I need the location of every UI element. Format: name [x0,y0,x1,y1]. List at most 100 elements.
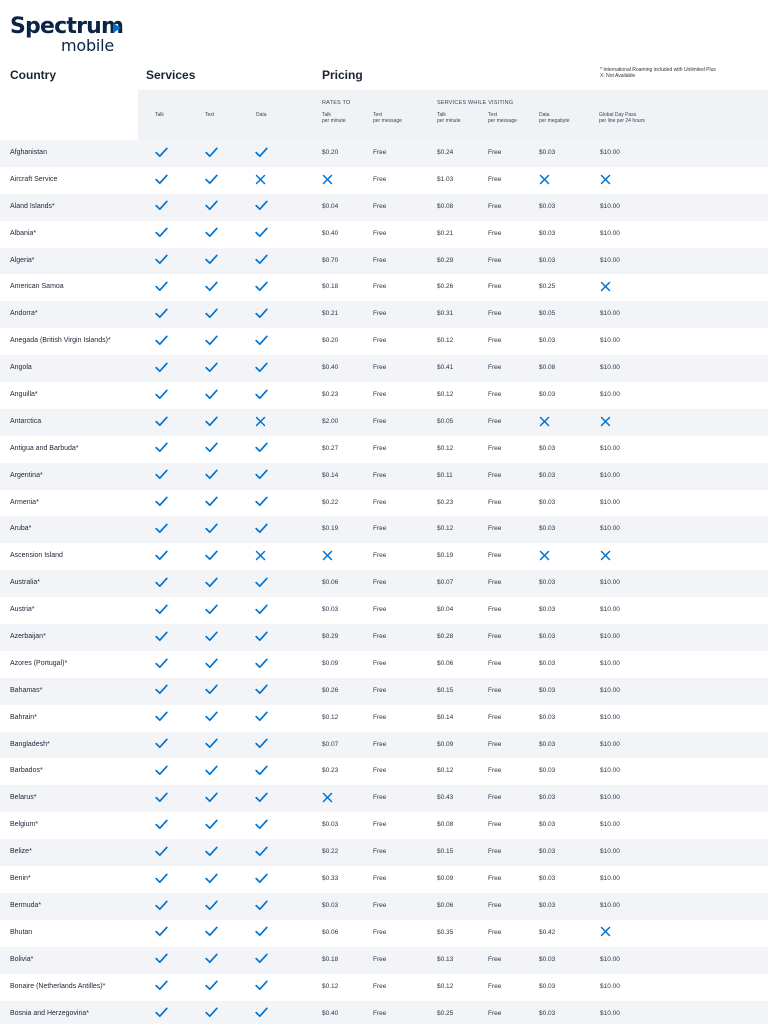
visit-talk-cell: $0.12 [437,444,454,452]
talk-cell [155,355,168,382]
rates-talk-cell: $0.18 [322,283,339,291]
visit-text-cell: Free [488,229,502,237]
visit-data-cell: $0.03 [539,391,556,399]
rates-text-cell: Free [373,579,387,587]
col-text-label: Text [205,112,215,118]
text-cell [205,301,218,328]
rates-text-cell: Free [373,740,387,748]
rates-text-cell: Free [373,982,387,990]
checkmark-icon [205,631,218,642]
visit-data-cell: $0.03 [539,659,556,667]
rates-talk-cell: $0.40 [322,229,339,237]
checkmark-icon [255,469,268,480]
rates-talk-cell: $0.23 [322,391,339,399]
x-icon [322,792,333,803]
day-pass-cell: $10.00 [600,740,620,748]
visit-talk-cell: $0.06 [437,659,454,667]
checkmark-icon [155,658,168,669]
checkmark-icon [155,819,168,830]
country-name: Bahrain* [10,713,37,721]
talk-cell [155,947,168,974]
table-row: Belgium* $0.03 Free $0.08 Free $0.03 $10.00 [0,812,768,839]
checkmark-icon [205,792,218,803]
checkmark-icon [255,980,268,991]
visit-data-cell [539,543,550,570]
data-cell [255,301,268,328]
checkmark-icon [205,738,218,749]
country-name: Anegada (British Virgin Islands)* [10,337,111,345]
services-heading: Services [146,68,196,82]
visit-text-cell: Free [488,417,502,425]
x-icon [600,281,611,292]
visit-talk-cell: $0.12 [437,767,454,775]
checkmark-icon [155,604,168,615]
checkmark-icon [255,254,268,265]
checkmark-icon [255,308,268,319]
checkmark-icon [255,200,268,211]
visit-talk-cell: $0.12 [437,525,454,533]
talk-cell [155,140,168,167]
checkmark-icon [155,496,168,507]
day-pass-cell: $10.00 [600,579,620,587]
visit-data-cell: $0.03 [539,471,556,479]
talk-cell [155,624,168,651]
text-cell [205,893,218,920]
visit-text-cell: Free [488,391,502,399]
rates-text-cell: Free [373,686,387,694]
visit-data-cell [539,409,550,436]
visit-talk-cell: $0.05 [437,417,454,425]
checkmark-icon [205,926,218,937]
rates-text-cell: Free [373,767,387,775]
rates-text-cell: Free [373,1009,387,1017]
visit-talk-cell: $1.03 [437,175,454,183]
checkmark-icon [255,658,268,669]
visit-text-cell: Free [488,202,502,210]
talk-cell [155,194,168,221]
visit-text-cell: Free [488,633,502,641]
table-row: Bangladesh* $0.07 Free $0.09 Free $0.03 $10.00 [0,731,768,759]
data-cell [255,1001,268,1024]
checkmark-icon [255,442,268,453]
checkmark-icon [255,389,268,400]
visit-text-cell: Free [488,525,502,533]
checkmark-icon [255,873,268,884]
table-row: Austria* $0.03 Free $0.04 Free $0.03 $10.00 [0,597,768,624]
text-cell [205,597,218,624]
checkmark-icon [155,711,168,722]
rates-talk-cell: $0.27 [322,444,339,452]
visit-talk-cell: $0.23 [437,498,454,506]
visit-data-cell: $0.25 [539,283,556,291]
checkmark-icon [255,496,268,507]
rates-talk-cell: $0.19 [322,525,339,533]
day-pass-cell: $10.00 [600,901,620,909]
country-name: Albania* [10,229,37,237]
rates-talk-cell: $0.03 [322,606,339,614]
checkmark-icon [155,416,168,427]
text-cell [205,194,218,221]
checkmark-icon [255,1007,268,1018]
day-pass-cell [600,274,611,301]
visit-data-cell: $0.03 [539,740,556,748]
table-row: Anguilla* $0.23 Free $0.12 Free $0.03 $10.00 [0,382,768,409]
spectrum-mobile-logo: Spectrum mobile [10,12,124,55]
visit-talk-cell: $0.11 [437,471,453,479]
talk-cell [155,1001,168,1024]
data-cell [255,705,268,732]
talk-cell [155,812,168,839]
data-cell [255,436,268,463]
data-cell [255,543,266,570]
table-row: Bahrain* $0.12 Free $0.14 Free $0.03 $10.00 [0,705,768,732]
x-icon [600,926,611,937]
talk-cell [155,651,168,678]
visit-talk-cell: $0.15 [437,848,454,856]
table-row: Afghanistan $0.20 Free $0.24 Free $0.03 $10.00 [0,140,768,167]
table-row: Albania* $0.40 Free $0.21 Free $0.03 $10.00 [0,221,768,248]
day-pass-cell: $10.00 [600,256,620,264]
checkmark-icon [205,523,218,534]
talk-cell [155,920,168,947]
text-cell [205,516,218,543]
day-pass-cell: $10.00 [600,821,620,829]
checkmark-icon [205,765,218,776]
rates-text-cell: Free [373,256,387,264]
talk-cell [155,893,168,920]
